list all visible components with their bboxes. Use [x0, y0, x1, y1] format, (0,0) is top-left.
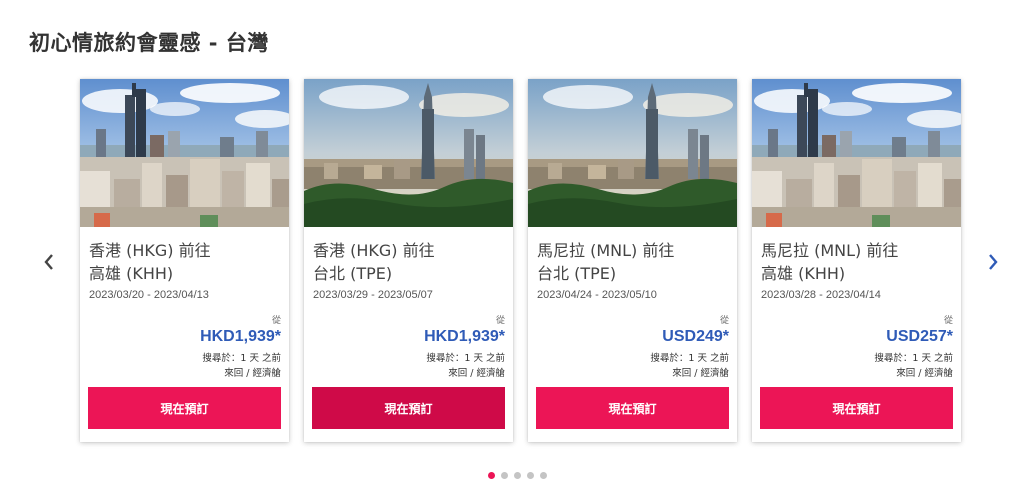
search-time-note: 搜尋於：1 天 之前 — [650, 353, 729, 364]
route-origin: 馬尼拉 (MNL) 前往 — [537, 241, 675, 260]
destination-image[interactable] — [80, 79, 289, 227]
pagination-dot[interactable] — [540, 472, 547, 479]
price-from-label: 從 — [943, 316, 953, 326]
trip-type-note: 來回 / 經濟艙 — [448, 368, 505, 379]
destination-card[interactable]: 香港 (HKG) 前往 台北 (TPE) 2023/03/29 - 2023/05/… — [304, 79, 513, 442]
route-destination: 高雄 (KHH) — [89, 264, 174, 283]
pagination-dot[interactable] — [527, 472, 534, 479]
book-now-button[interactable]: 現在預訂 — [312, 387, 505, 429]
price-from-label: 從 — [495, 316, 505, 326]
travel-dates: 2023/03/20 - 2023/04/13 — [89, 289, 209, 301]
route-origin: 香港 (HKG) 前往 — [89, 241, 211, 260]
destination-card[interactable]: 香港 (HKG) 前往 高雄 (KHH) 2023/03/20 - 2023/04/… — [80, 79, 289, 442]
pagination-dot[interactable] — [514, 472, 521, 479]
route-destination: 台北 (TPE) — [537, 264, 617, 283]
price-from-label: 從 — [271, 316, 281, 326]
route-title: 馬尼拉 (MNL) 前往 高雄 (KHH) — [761, 239, 956, 285]
fare-price: HKD1,939* — [424, 328, 505, 345]
trip-type-note: 來回 / 經濟艙 — [672, 368, 729, 379]
fare-price: HKD1,939* — [200, 328, 281, 345]
trip-type-note: 來回 / 經濟艙 — [896, 368, 953, 379]
section-title: 初心情旅約會靈感 - 台灣 — [29, 31, 269, 55]
carousel-next-button[interactable] — [982, 250, 1004, 274]
route-destination: 台北 (TPE) — [313, 264, 393, 283]
travel-dates: 2023/04/24 - 2023/05/10 — [537, 289, 657, 301]
route-destination: 高雄 (KHH) — [761, 264, 846, 283]
destination-card[interactable]: 馬尼拉 (MNL) 前往 台北 (TPE) 2023/04/24 - 2023/05… — [528, 79, 737, 442]
destination-image[interactable] — [528, 79, 737, 227]
destination-card[interactable]: 馬尼拉 (MNL) 前往 高雄 (KHH) 2023/03/28 - 2023/04… — [752, 79, 961, 442]
route-origin: 馬尼拉 (MNL) 前往 — [761, 241, 899, 260]
search-time-note: 搜尋於：1 天 之前 — [426, 353, 505, 364]
destination-image[interactable] — [752, 79, 961, 227]
book-now-button[interactable]: 現在預訂 — [88, 387, 281, 429]
route-origin: 香港 (HKG) 前往 — [313, 241, 435, 260]
route-title: 香港 (HKG) 前往 高雄 (KHH) — [89, 239, 284, 285]
fare-price: USD249* — [662, 328, 729, 345]
trip-type-note: 來回 / 經濟艙 — [224, 368, 281, 379]
search-time-note: 搜尋於：1 天 之前 — [874, 353, 953, 364]
pagination-dot[interactable] — [501, 472, 508, 479]
carousel-pagination — [488, 472, 547, 479]
price-from-label: 從 — [719, 316, 729, 326]
carousel-prev-button[interactable] — [38, 250, 60, 274]
book-now-button[interactable]: 現在預訂 — [760, 387, 953, 429]
pagination-dot[interactable] — [488, 472, 495, 479]
chevron-left-icon — [44, 254, 53, 270]
chevron-right-icon — [989, 254, 998, 270]
fare-price: USD257* — [886, 328, 953, 345]
travel-dates: 2023/03/28 - 2023/04/14 — [761, 289, 881, 301]
search-time-note: 搜尋於：1 天 之前 — [202, 353, 281, 364]
book-now-button[interactable]: 現在預訂 — [536, 387, 729, 429]
route-title: 馬尼拉 (MNL) 前往 台北 (TPE) — [537, 239, 732, 285]
destination-image[interactable] — [304, 79, 513, 227]
route-title: 香港 (HKG) 前往 台北 (TPE) — [313, 239, 508, 285]
travel-dates: 2023/03/29 - 2023/05/07 — [313, 289, 433, 301]
